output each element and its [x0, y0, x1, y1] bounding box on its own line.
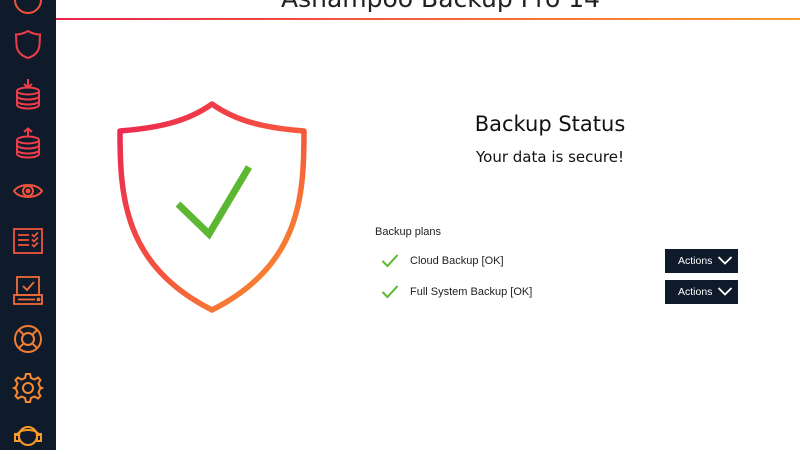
- support-agent-icon[interactable]: [10, 418, 46, 454]
- checklist-icon[interactable]: [10, 223, 46, 259]
- actions-dropdown-button[interactable]: Actions: [665, 249, 738, 273]
- eye-icon[interactable]: [10, 173, 46, 209]
- lifebuoy-icon[interactable]: [10, 321, 46, 357]
- backup-plan-row: Cloud Backup [OK] Actions: [375, 249, 740, 275]
- actions-label: Actions: [678, 255, 713, 267]
- backup-plan-name: Cloud Backup [OK]: [410, 255, 504, 267]
- backup-plan-row: Full System Backup [OK] Actions: [375, 280, 740, 306]
- secure-shield-check-icon: [117, 101, 307, 313]
- backup-plan-name: Full System Backup [OK]: [410, 286, 533, 298]
- actions-label: Actions: [678, 286, 713, 298]
- chevron-down-icon: [717, 256, 733, 265]
- status-subtitle: Your data is secure!: [476, 148, 624, 166]
- home-icon[interactable]: [10, 0, 46, 18]
- drive-check-icon[interactable]: [10, 272, 46, 308]
- sidebar: [0, 0, 56, 450]
- accent-divider: [56, 18, 800, 20]
- gear-icon[interactable]: [10, 370, 46, 406]
- check-icon: [381, 254, 399, 268]
- actions-dropdown-button[interactable]: Actions: [665, 280, 738, 304]
- shield-icon[interactable]: [10, 26, 46, 62]
- window-title: Ashampoo Backup Pro 14: [281, 0, 600, 13]
- chevron-down-icon: [717, 287, 733, 296]
- backup-upload-icon[interactable]: [10, 125, 46, 161]
- status-title: Backup Status: [474, 112, 626, 136]
- check-icon: [381, 285, 399, 299]
- title-bar: Ashampoo Backup Pro 14: [56, 0, 800, 18]
- backup-plans-label: Backup plans: [375, 226, 442, 238]
- backup-restore-icon[interactable]: [10, 76, 46, 112]
